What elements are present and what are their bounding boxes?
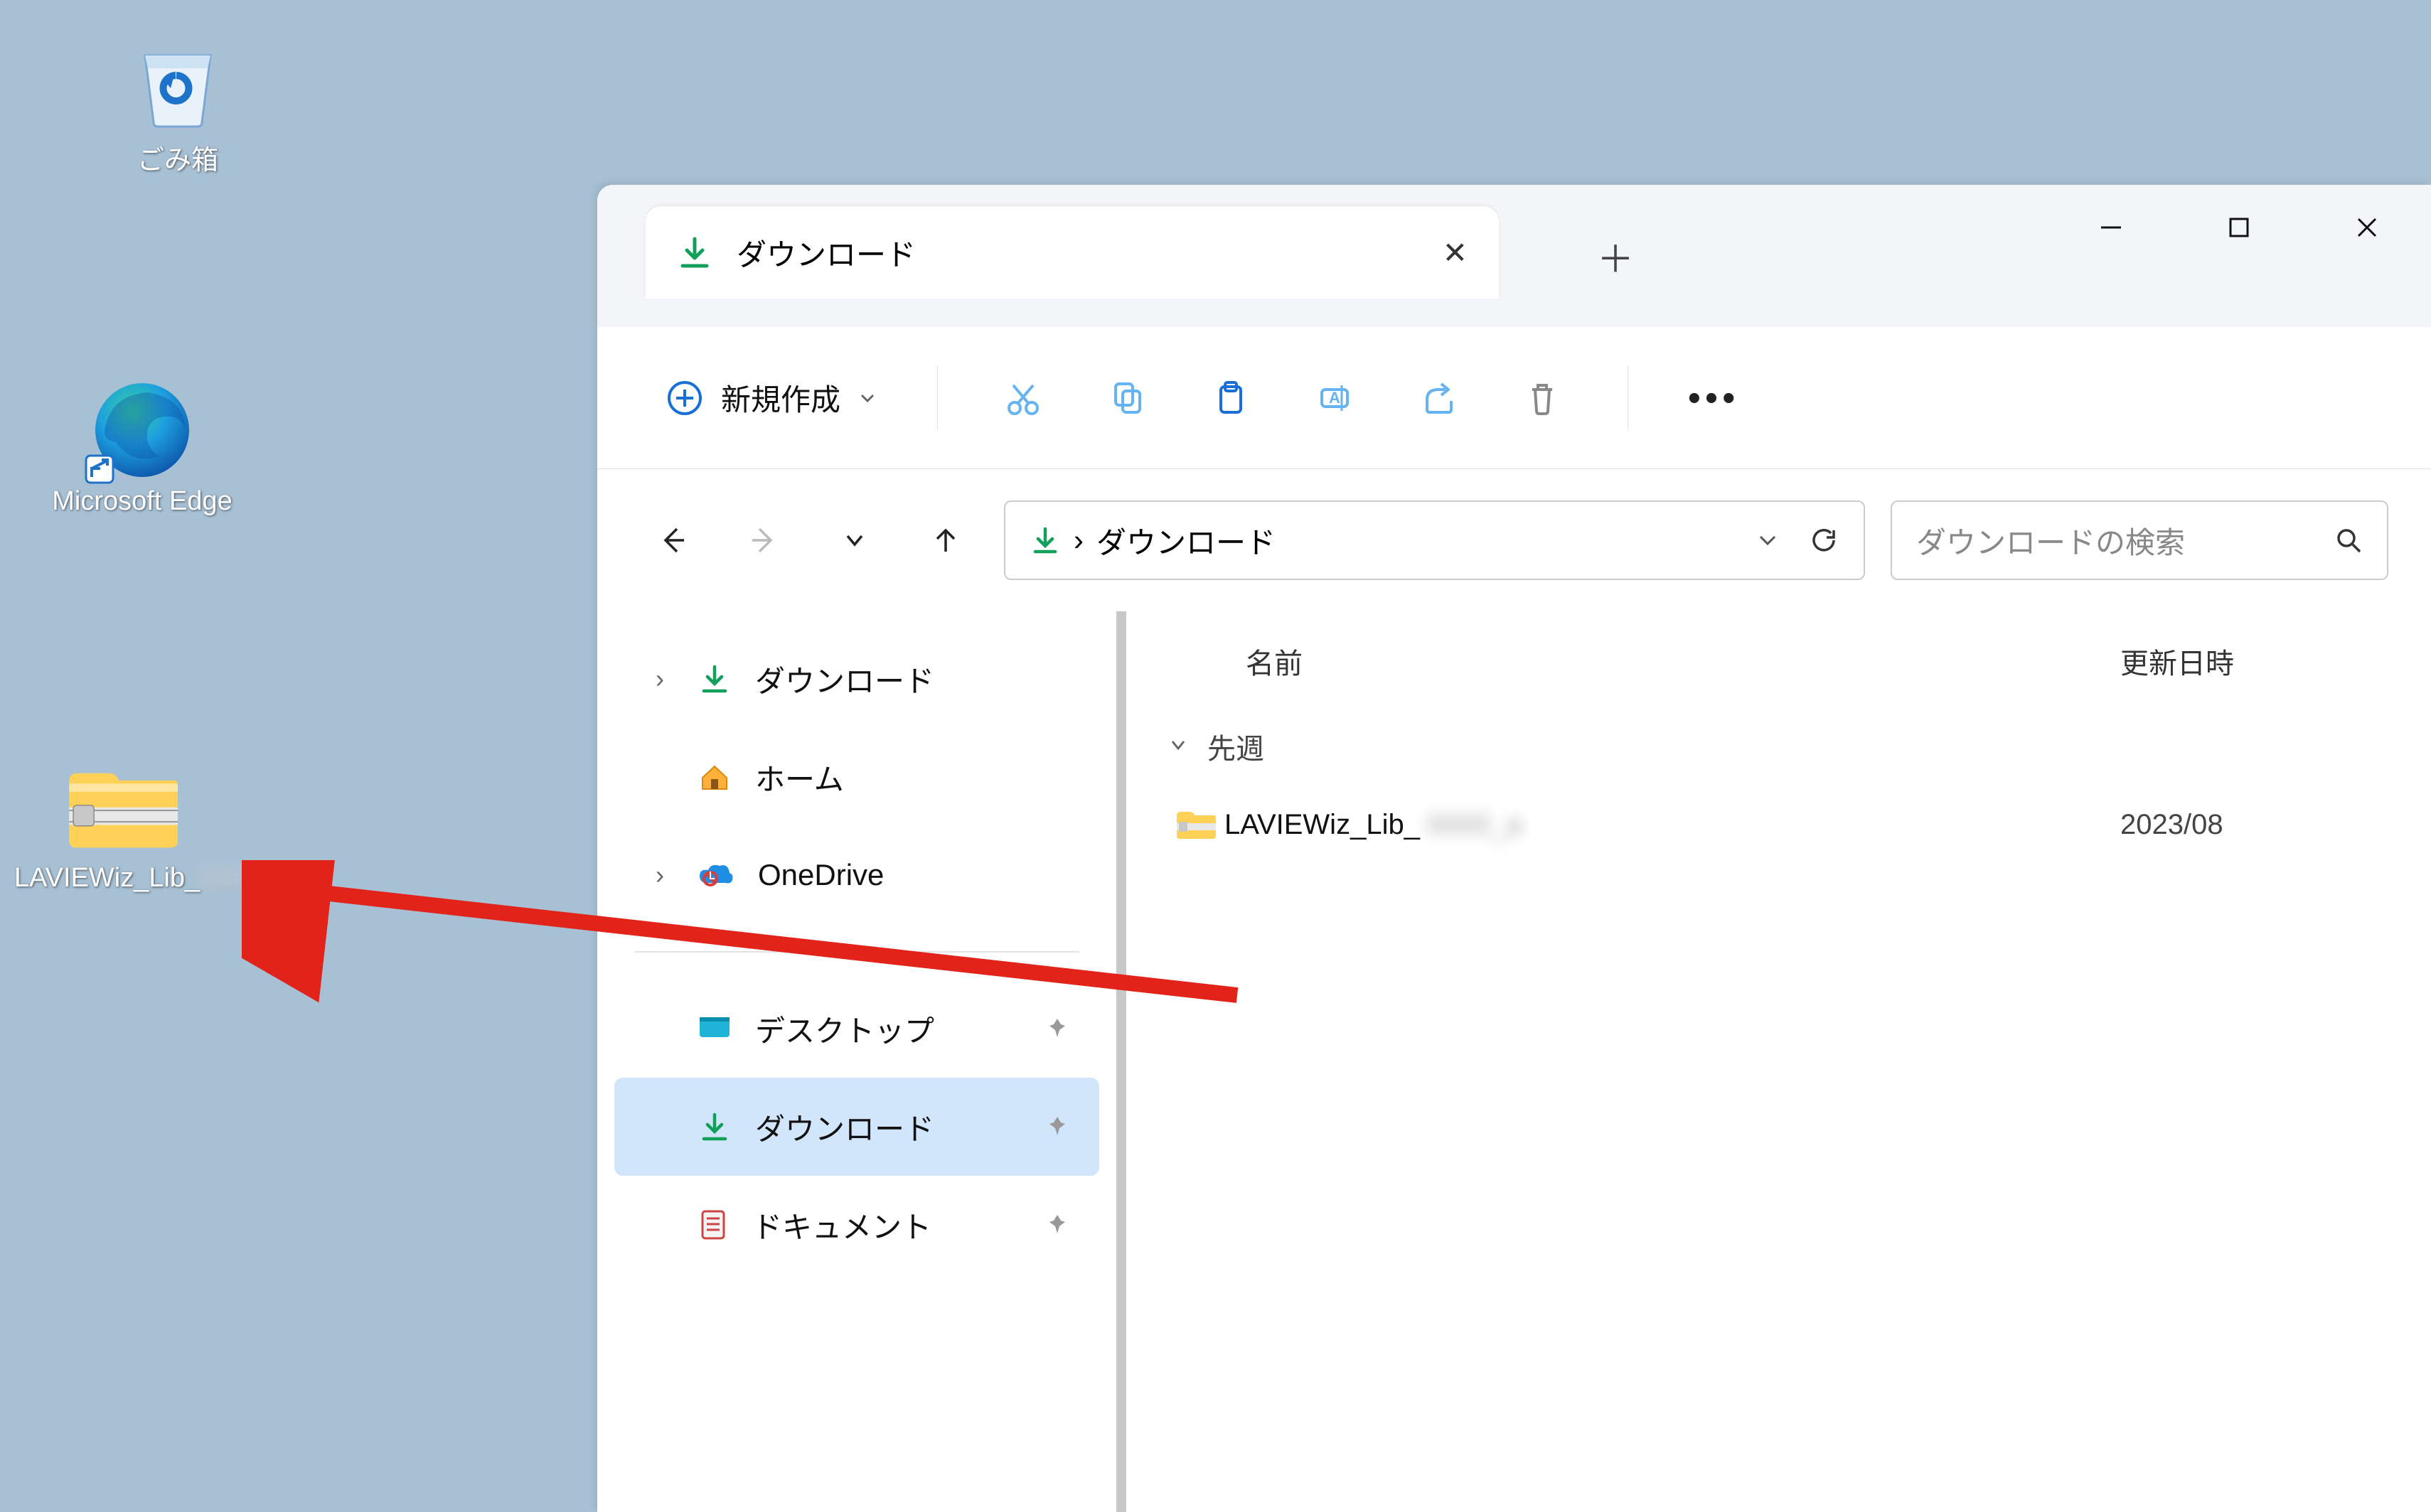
sidebar-item-downloads[interactable]: › ダウンロード bbox=[614, 630, 1099, 728]
documents-icon bbox=[698, 1208, 728, 1241]
zip-label: LAVIEWiz_Lib_0000 bbox=[14, 863, 228, 894]
back-button[interactable] bbox=[640, 508, 705, 573]
desktop-icon-zip[interactable]: LAVIEWiz_Lib_0000 bbox=[14, 761, 228, 894]
sidebar-quick-documents[interactable]: ドキュメント bbox=[614, 1176, 1099, 1274]
toolbar: 新規作成 A ••• bbox=[597, 327, 2431, 469]
sidebar-label: OneDrive bbox=[758, 858, 884, 892]
onedrive-icon bbox=[698, 862, 734, 889]
download-icon bbox=[698, 663, 731, 695]
file-row[interactable]: LAVIEWiz_Lib_ 0000_a 2023/08 bbox=[1139, 782, 2431, 867]
edge-icon bbox=[85, 384, 199, 476]
column-headers: 名前 更新日時 bbox=[1139, 611, 2431, 711]
forward-button[interactable] bbox=[731, 508, 796, 573]
sidebar: › ダウンロード ホーム › OneDrive デスクトップ ダウ bbox=[597, 611, 1116, 1512]
desktop-icon bbox=[698, 1014, 731, 1043]
new-label: 新規作成 bbox=[721, 376, 840, 419]
body: › ダウンロード ホーム › OneDrive デスクトップ ダウ bbox=[597, 611, 2431, 1512]
nav-row: › ダウンロード ダウンロードの検索 bbox=[597, 469, 2431, 611]
copy-icon bbox=[1108, 380, 1145, 417]
zip-folder-icon bbox=[64, 761, 178, 853]
file-name-redacted: 0000_a bbox=[1427, 809, 1522, 841]
file-name: LAVIEWiz_Lib_ bbox=[1224, 809, 1420, 841]
pin-icon[interactable] bbox=[1047, 1208, 1068, 1242]
share-button[interactable] bbox=[1396, 363, 1481, 434]
copy-button[interactable] bbox=[1084, 363, 1170, 434]
paste-icon bbox=[1212, 380, 1249, 417]
maximize-button[interactable] bbox=[2175, 185, 2303, 270]
search-box[interactable]: ダウンロードの検索 bbox=[1891, 500, 2388, 580]
sidebar-label: ダウンロード bbox=[755, 658, 934, 701]
share-icon bbox=[1420, 380, 1457, 417]
pin-icon[interactable] bbox=[1047, 1012, 1068, 1046]
search-placeholder: ダウンロードの検索 bbox=[1916, 519, 2185, 562]
paste-button[interactable] bbox=[1188, 363, 1273, 434]
more-button[interactable]: ••• bbox=[1671, 363, 1756, 434]
chevron-right-icon[interactable]: › bbox=[646, 664, 674, 694]
search-icon bbox=[2334, 526, 2363, 554]
chevron-down-icon bbox=[857, 388, 877, 408]
tab-title: ダウンロード bbox=[737, 231, 916, 274]
sidebar-item-home[interactable]: ホーム bbox=[614, 728, 1099, 826]
edge-label: Microsoft Edge bbox=[36, 486, 249, 517]
sidebar-quick-desktop[interactable]: デスクトップ bbox=[614, 980, 1099, 1078]
up-button[interactable] bbox=[913, 508, 978, 573]
col-name-header[interactable]: 名前 bbox=[1168, 640, 2120, 682]
rename-icon: A bbox=[1316, 380, 1353, 417]
sidebar-label: ホーム bbox=[755, 756, 844, 799]
cut-button[interactable] bbox=[981, 363, 1066, 434]
content-pane: 名前 更新日時 先週 LAVIEWiz_Lib_ 0000_a bbox=[1116, 611, 2431, 1512]
svg-text:A: A bbox=[1329, 389, 1340, 407]
sidebar-label: ドキュメント bbox=[752, 1203, 931, 1247]
desktop-icon-recycle-bin[interactable]: ごみ箱 bbox=[71, 36, 284, 177]
address-bar[interactable]: › ダウンロード bbox=[1004, 500, 1865, 580]
download-icon bbox=[698, 1110, 731, 1143]
home-icon bbox=[698, 761, 731, 793]
recycle-bin-icon bbox=[121, 36, 235, 128]
group-label: 先週 bbox=[1207, 726, 1264, 767]
minimize-button[interactable] bbox=[2047, 185, 2175, 270]
chevron-down-icon bbox=[1168, 731, 1189, 763]
close-button[interactable] bbox=[2303, 185, 2431, 270]
new-button[interactable]: 新規作成 bbox=[648, 363, 894, 434]
breadcrumb-sep: › bbox=[1074, 523, 1084, 557]
zip-file-icon bbox=[1168, 809, 1224, 840]
col-date-header[interactable]: 更新日時 bbox=[2120, 640, 2403, 682]
delete-button[interactable] bbox=[1500, 363, 1585, 434]
recent-button[interactable] bbox=[822, 508, 887, 573]
recycle-bin-label: ごみ箱 bbox=[71, 138, 284, 177]
trash-icon bbox=[1524, 380, 1561, 417]
pin-icon[interactable] bbox=[1047, 1110, 1068, 1144]
rename-button[interactable]: A bbox=[1292, 363, 1377, 434]
scissors-icon bbox=[1005, 380, 1042, 417]
sidebar-label: デスクトップ bbox=[755, 1007, 934, 1051]
download-icon bbox=[1030, 525, 1061, 556]
group-header[interactable]: 先週 bbox=[1139, 711, 2431, 782]
file-date: 2023/08 bbox=[2120, 809, 2223, 841]
new-tab-button[interactable]: ＋ bbox=[1587, 227, 1644, 284]
chevron-down-icon[interactable] bbox=[1756, 528, 1780, 552]
chevron-right-icon[interactable]: › bbox=[646, 860, 674, 890]
separator bbox=[937, 366, 938, 430]
sidebar-label: ダウンロード bbox=[755, 1105, 934, 1149]
download-icon bbox=[677, 235, 712, 270]
desktop-icon-edge[interactable]: Microsoft Edge bbox=[36, 384, 249, 517]
titlebar[interactable]: ダウンロード ✕ ＋ bbox=[597, 185, 2431, 327]
sidebar-quick-downloads[interactable]: ダウンロード bbox=[614, 1078, 1099, 1176]
explorer-window: ダウンロード ✕ ＋ 新規作成 A bbox=[597, 185, 2431, 1512]
tab-downloads[interactable]: ダウンロード ✕ bbox=[646, 206, 1499, 299]
separator bbox=[634, 951, 1079, 953]
plus-circle-icon bbox=[666, 379, 704, 417]
sidebar-item-onedrive[interactable]: › OneDrive bbox=[614, 826, 1099, 924]
breadcrumb-location[interactable]: ダウンロード bbox=[1096, 519, 1276, 562]
refresh-icon[interactable] bbox=[1808, 525, 1839, 556]
tab-close-button[interactable]: ✕ bbox=[1443, 235, 1468, 270]
